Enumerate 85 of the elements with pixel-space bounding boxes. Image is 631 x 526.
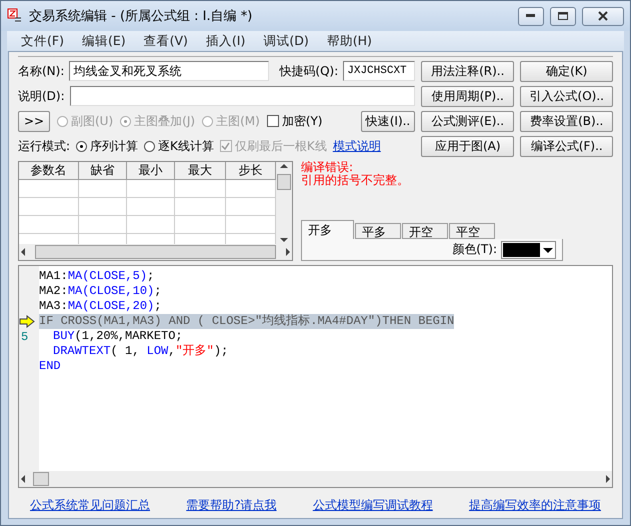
help-link[interactable]: 公式系统常见问题汇总	[30, 496, 150, 514]
app-icon	[7, 8, 23, 24]
scroll-thumb[interactable]	[277, 174, 291, 190]
button[interactable]: 公式测评(E)..	[421, 111, 514, 132]
code-line: DRAWTEXT( 1, LOW,"开多");	[52, 344, 228, 359]
description-label: 说明(D):	[18, 88, 65, 104]
shortcut-field[interactable]: JXJCHSCXT	[343, 61, 416, 81]
window-title: 交易系统编辑 - (所属公式组 : I.自编 *)	[29, 8, 254, 25]
menu-item[interactable]: 帮助(H)	[320, 32, 380, 50]
table-cell[interactable]	[19, 180, 79, 198]
button[interactable]: 费率设置(B)..	[520, 111, 614, 132]
expand-button[interactable]: >>	[18, 110, 50, 132]
close-button[interactable]	[582, 6, 624, 26]
horizontal-scrollbar[interactable]	[19, 471, 612, 487]
button[interactable]: 引入公式(O)..	[520, 86, 614, 107]
scroll-left-icon[interactable]	[19, 248, 27, 256]
close-icon	[598, 11, 608, 21]
menu-item[interactable]: 查看(V)	[138, 32, 196, 50]
code-line: MA3:MA(CLOSE,20);	[39, 299, 162, 314]
arrow-icon	[19, 315, 35, 328]
menu-item[interactable]: 文件(F)	[15, 32, 72, 50]
encrypt-checkbox[interactable]: 加密(Y)	[266, 112, 322, 130]
table-cell[interactable]	[127, 216, 175, 234]
table-cell[interactable]	[19, 198, 79, 216]
column-header[interactable]: 参数名	[19, 162, 79, 180]
table-cell[interactable]	[79, 216, 127, 234]
maximize-icon	[558, 12, 568, 20]
button[interactable]: 使用周期(P)..	[421, 86, 514, 107]
table-cell[interactable]	[175, 180, 226, 198]
signal-tab[interactable]: 平多	[355, 223, 401, 239]
table-cell[interactable]	[79, 180, 127, 198]
scroll-thumb[interactable]	[35, 245, 276, 259]
run-mode-label: 运行模式:	[18, 138, 70, 154]
scroll-left-icon[interactable]	[19, 475, 27, 483]
column-header[interactable]: 最小	[127, 162, 175, 180]
shortcut-label: 快捷码(Q):	[279, 62, 338, 80]
table-cell[interactable]	[175, 198, 226, 216]
name-label: 名称(N):	[18, 62, 64, 80]
run-mode-radio[interactable]: 逐K线计算	[144, 138, 214, 154]
help-link[interactable]: 提高编写效率的注意事项	[468, 496, 601, 514]
description-field[interactable]	[70, 86, 416, 106]
vertical-scrollbar[interactable]	[276, 162, 292, 244]
code-line: MA1:MA(CLOSE,5);	[39, 269, 154, 284]
color-dropdown[interactable]	[501, 240, 556, 258]
name-field[interactable]: 均线金叉和死叉系统	[69, 61, 270, 81]
signal-tab[interactable]: 开空	[402, 223, 448, 239]
table-cell[interactable]	[127, 198, 175, 216]
menu-item[interactable]: 插入(I)	[200, 32, 254, 50]
table-cell[interactable]	[175, 216, 226, 234]
check-icon	[221, 142, 230, 150]
run-mode-radio[interactable]: 序列计算	[76, 138, 138, 154]
column-header[interactable]: 步长	[226, 162, 276, 180]
button[interactable]: 编译公式(F)..	[520, 136, 614, 157]
help-link[interactable]: 公式模型编写调试教程	[312, 496, 433, 514]
mode-help-link[interactable]: 模式说明	[332, 138, 381, 154]
quick-button[interactable]: 快速(I)..	[360, 110, 416, 132]
column-header[interactable]: 最大	[175, 162, 226, 180]
table-cell[interactable]	[79, 198, 127, 216]
button[interactable]: 应用于图(A)	[421, 136, 514, 157]
code-editor[interactable]: 5 MA1:MA(CLOSE,5); MA2:MA(CLOSE,10); MA3:MA(CLOSE,20); IF CROSS(MA1,MA3) AND ( CLOSE>"均线指标.MA4#DAY")THEN BEGIN BUY(1,20%,MARKETO; DRAWTEXT( 1, LOW,"开多"); END	[18, 265, 613, 488]
column-header[interactable]: 缺省	[79, 162, 127, 180]
code-line: BUY(1,20%,MARKETO;	[52, 329, 183, 344]
minimize-button[interactable]	[518, 6, 544, 26]
menu-item[interactable]: 调试(D)	[257, 32, 317, 50]
maximize-button[interactable]	[550, 6, 576, 26]
table-cell[interactable]	[19, 216, 79, 234]
signal-tab[interactable]: 开多	[301, 220, 354, 239]
help-link[interactable]: 需要帮助?请点我	[186, 496, 277, 514]
signal-tab[interactable]: 平空	[449, 223, 495, 239]
error-message: 引用的括号不完整。	[301, 174, 410, 187]
table-cell[interactable]	[127, 180, 175, 198]
line-number: 5	[20, 330, 28, 344]
button[interactable]: 确定(K)	[520, 61, 614, 82]
minimize-icon	[526, 14, 536, 18]
color-label: 颜色(T):	[452, 241, 497, 258]
scroll-right-icon[interactable]	[284, 248, 292, 256]
scroll-right-icon[interactable]	[604, 475, 612, 483]
horizontal-scrollbar[interactable]	[19, 244, 292, 260]
menu-item[interactable]: 编辑(E)	[76, 32, 134, 50]
scroll-thumb[interactable]	[33, 472, 49, 486]
code-line: MA2:MA(CLOSE,10);	[39, 284, 162, 299]
code-line: END	[39, 359, 61, 374]
button[interactable]: 用法注释(R)..	[421, 61, 514, 82]
scroll-up-icon[interactable]	[280, 162, 288, 170]
error-title: 编译错误:	[301, 161, 354, 174]
